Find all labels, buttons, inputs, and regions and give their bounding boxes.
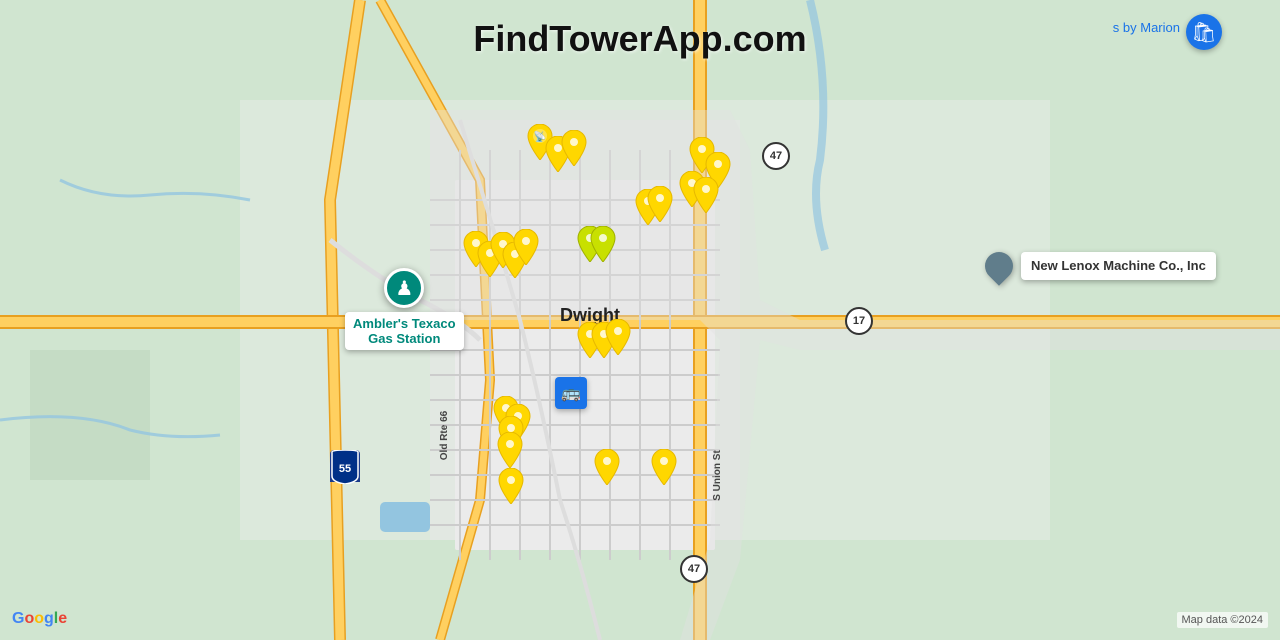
location-pin [979,246,1019,286]
route-47-shield-top: 47 [762,142,790,170]
tower-marker[interactable] [645,186,675,222]
ambler-label: Ambler's TexacoGas Station [345,312,464,350]
road-label-s-union-st: S Union St [712,450,723,501]
tower-marker[interactable] [592,449,622,485]
by-marion-label: s by Marion [1113,20,1180,35]
tower-marker[interactable] [649,449,679,485]
tower-marker[interactable] [495,432,525,468]
google-logo: Google [12,610,67,628]
transit-stop-marker[interactable]: 🚌 [555,377,587,409]
site-title: FindTowerApp.com [473,18,806,60]
tower-marker[interactable] [588,226,618,262]
svg-text:55: 55 [339,463,351,475]
amblers-texaco-marker[interactable]: ♟ Ambler's TexacoGas Station [345,268,464,350]
map-container: FindTowerApp.com s by Marion 🛍 📡 [0,0,1280,640]
road-label-old-rte-66: Old Rte 66 [439,411,450,460]
ambler-pin[interactable]: ♟ [384,268,424,308]
shopping-icon[interactable]: 🛍 [1186,14,1222,50]
interstate-55-shield-display: 55 [330,450,360,489]
new-lenox-label: New Lenox Machine Co., Inc [1021,252,1216,280]
tower-marker[interactable] [496,468,526,504]
new-lenox-marker[interactable]: New Lenox Machine Co., Inc [985,252,1216,280]
map-attribution: Map data ©2024 [1177,612,1269,628]
tower-marker[interactable] [603,319,633,355]
route-47-shield-bottom: 47 [680,555,708,583]
tower-marker[interactable] [691,177,721,213]
tower-marker[interactable] [511,229,541,265]
route-17-shield: 17 [845,307,873,335]
tower-marker[interactable] [559,130,589,166]
